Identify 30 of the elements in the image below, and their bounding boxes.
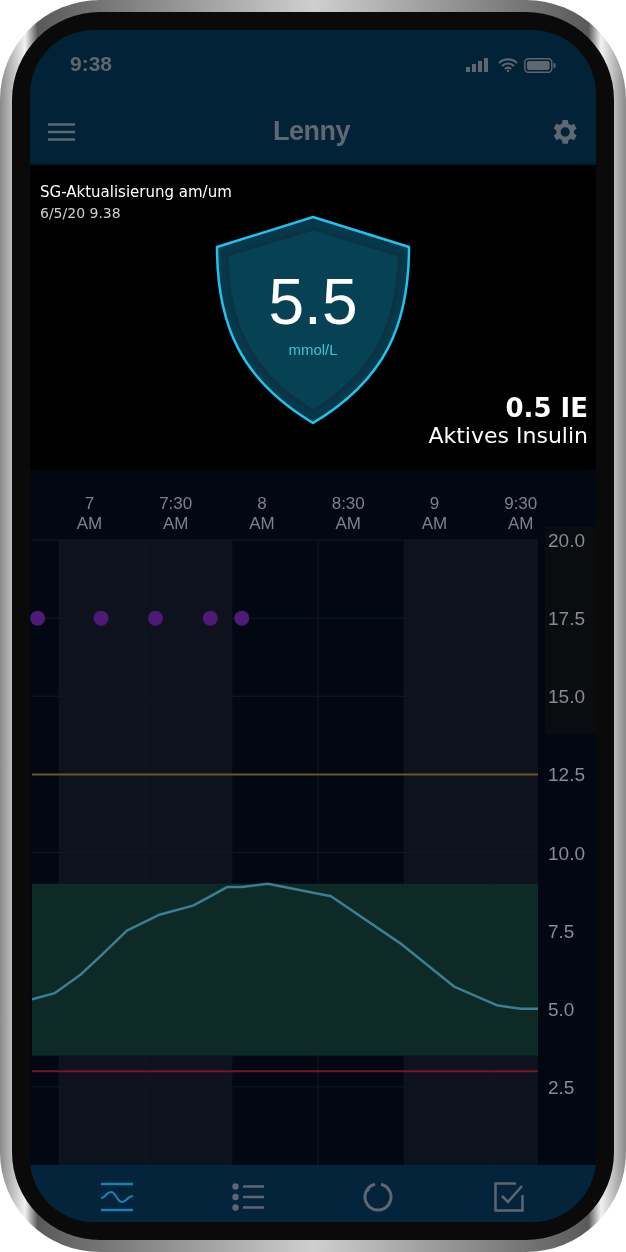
axis-label: 17.5 — [548, 608, 585, 630]
axis-label: 7.5 — [548, 920, 575, 942]
axis-label: 5.0 — [548, 998, 575, 1020]
clock: 9:38 — [70, 52, 113, 76]
axis-label: 15.0 — [548, 686, 585, 708]
battery-icon — [524, 57, 556, 73]
graph-icon — [100, 1182, 135, 1212]
update-timestamp: 6/5/20 9.38 — [40, 205, 122, 221]
checkbox-icon — [493, 1182, 524, 1212]
wifi-icon — [498, 58, 518, 72]
app-title: Lenny — [273, 116, 350, 147]
axis-label: 10.0 — [548, 842, 585, 864]
axis-label: 7 AM — [76, 494, 103, 534]
axis-label: 20.0 — [548, 530, 585, 551]
axis-label: 8:30 AM — [331, 494, 365, 534]
glucose-value: 5.5 — [267, 265, 359, 339]
axis-label: 8 AM — [249, 494, 275, 534]
glucose-unit: mmol/L — [287, 341, 339, 358]
menu-button[interactable] — [48, 122, 75, 141]
update-label: SG-Aktualisierung am/um — [40, 183, 233, 201]
menu-icon — [48, 122, 75, 141]
axis-label: 7:30 AM — [159, 494, 193, 534]
axis-label: 9 AM — [421, 494, 448, 534]
axis-label: 12.5 — [548, 764, 585, 786]
axis-label: 9:30 AM — [504, 494, 538, 534]
axis-label: 2.5 — [548, 1076, 575, 1098]
insulin-label: Aktives Insulin — [428, 423, 588, 448]
list-icon — [231, 1183, 264, 1211]
circle-icon — [363, 1182, 394, 1212]
insulin-value: 0.5 IE — [505, 393, 588, 423]
